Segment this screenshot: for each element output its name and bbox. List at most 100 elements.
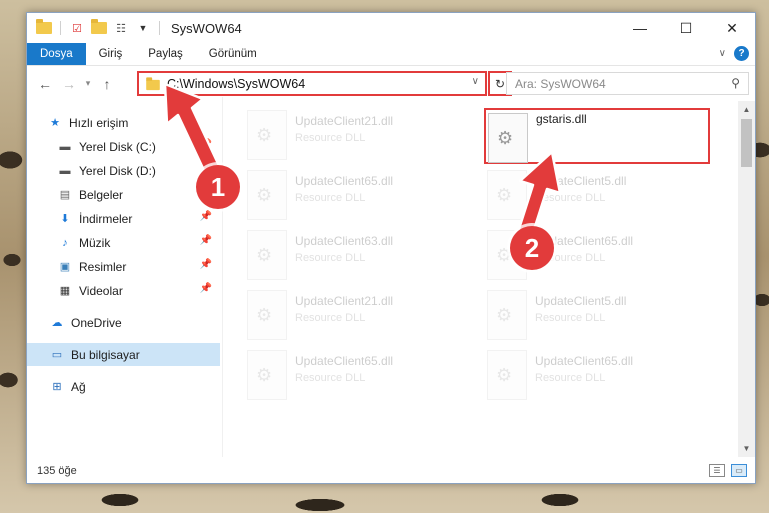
sidebar-item-videos[interactable]: ▦ Videolar 📌 xyxy=(27,279,220,302)
file-list: UpdateClient21.dll Resource DLL gstaris.d… xyxy=(227,101,735,456)
video-icon: ▦ xyxy=(59,285,71,297)
vertical-scrollbar[interactable]: ▲ ▼ xyxy=(738,101,755,457)
ribbon-right-controls: ∨ ? xyxy=(719,46,749,61)
cloud-icon: ☁ xyxy=(51,317,63,329)
up-arrow-icon[interactable]: ↑ xyxy=(95,72,119,96)
navigation-pane: ★ Hızlı erişim ▬ Yerel Disk (C:) 📌 ▬ Yer… xyxy=(27,105,222,455)
tab-paylas[interactable]: Paylaş xyxy=(135,43,196,65)
dll-file-icon xyxy=(488,113,528,163)
sidebar-item-downloads[interactable]: ⬇ İndirmeler 📌 xyxy=(27,207,220,230)
search-input[interactable]: Ara: SysWOW64 ⚲ xyxy=(506,72,749,95)
file-item-gstaris[interactable]: gstaris.dll xyxy=(484,108,710,164)
chevron-down-icon[interactable]: ∨ xyxy=(472,76,479,87)
customize-icon[interactable]: ☷ xyxy=(112,19,130,37)
sidebar-item-label: Bu bilgisayar xyxy=(71,347,140,362)
sidebar-item-label: Ağ xyxy=(71,379,86,394)
scroll-up-icon[interactable]: ▲ xyxy=(738,101,755,118)
sidebar-item-local-disk-c[interactable]: ▬ Yerel Disk (C:) 📌 xyxy=(27,135,220,158)
file-type: Resource DLL xyxy=(295,192,366,204)
file-item[interactable]: UpdateClient65.dllResource DLL xyxy=(227,347,453,403)
minimize-button[interactable]: — xyxy=(617,13,663,43)
dll-file-icon xyxy=(247,290,287,340)
dll-file-icon xyxy=(247,350,287,400)
details-view-icon[interactable]: ☰ xyxy=(709,464,725,477)
file-name: UpdateClient21.dll xyxy=(295,114,394,128)
tab-dosya[interactable]: Dosya xyxy=(27,43,86,65)
back-arrow-icon[interactable]: ← xyxy=(33,72,57,96)
file-item[interactable]: UpdateClient65.dllResource DLL xyxy=(467,347,693,403)
step-1-badge: 1 xyxy=(196,165,240,209)
file-name: UpdateClient5.dll xyxy=(535,174,627,188)
forward-arrow-icon[interactable]: → xyxy=(57,72,81,96)
toolbar-divider xyxy=(159,21,160,35)
dll-file-icon xyxy=(487,350,527,400)
file-name: UpdateClient65.dll xyxy=(295,354,394,368)
title-bar: ☑ ☷ ▼ SysWOW64 — ☐ ✕ xyxy=(27,13,755,43)
properties-icon[interactable]: ☑ xyxy=(68,19,86,37)
star-icon: ★ xyxy=(50,117,60,129)
toolbar-divider xyxy=(60,21,61,35)
dll-file-icon xyxy=(487,290,527,340)
file-item[interactable]: UpdateClient5.dll Resource DLL xyxy=(467,287,693,343)
file-type: Resource DLL xyxy=(535,192,606,204)
help-icon[interactable]: ? xyxy=(734,46,749,61)
scroll-down-icon[interactable]: ▼ xyxy=(738,440,755,457)
maximize-button[interactable]: ☐ xyxy=(663,13,709,43)
tiles-view-icon[interactable]: ▭ xyxy=(731,464,747,477)
navigation-bar: ← → ▾ ↑ C:\Windows\SysWOW64 ∨ ↻ Ara: Sys… xyxy=(27,70,755,97)
sidebar-item-label: İndirmeler xyxy=(79,211,133,226)
file-name: UpdateClient63.dll xyxy=(295,234,394,248)
window-title: SysWOW64 xyxy=(171,20,242,36)
sidebar-item-quick-access[interactable]: ★ Hızlı erişim xyxy=(27,111,220,134)
music-icon: ♪ xyxy=(62,236,68,249)
dll-file-icon xyxy=(247,110,287,160)
item-count: 135 öğe xyxy=(37,465,77,477)
pin-icon[interactable]: 📌 xyxy=(200,283,212,294)
sidebar-item-documents[interactable]: ▤ Belgeler 📌 xyxy=(27,183,220,206)
sidebar-item-label: Hızlı erişim xyxy=(69,115,129,130)
file-item[interactable]: UpdateClient65.dll Resource DLL xyxy=(227,167,453,223)
file-item[interactable]: UpdateClient21.dll Resource DLL xyxy=(227,287,453,343)
sidebar-item-pictures[interactable]: ▣ Resimler 📌 xyxy=(27,255,220,278)
sidebar-item-local-disk-d[interactable]: ▬ Yerel Disk (D:) xyxy=(27,159,220,182)
drive-icon: ▬ xyxy=(59,164,71,177)
file-item[interactable]: UpdateClient63.dll Resource DLL xyxy=(227,227,453,283)
folder-icon xyxy=(146,77,160,91)
file-type: Resource DLL xyxy=(295,312,366,324)
file-item[interactable]: UpdateClient65.dllResource DLL xyxy=(467,227,693,283)
file-name: gstaris.dll xyxy=(536,112,587,126)
recent-locations-icon[interactable]: ▾ xyxy=(81,72,95,96)
chevron-down-icon[interactable]: ▼ xyxy=(134,19,152,37)
new-folder-icon[interactable] xyxy=(90,19,108,37)
tab-giris[interactable]: Giriş xyxy=(86,43,136,65)
expand-ribbon-icon[interactable]: ∨ xyxy=(719,48,726,59)
address-bar[interactable]: C:\Windows\SysWOW64 ∨ xyxy=(137,71,487,96)
file-type: Resource DLL xyxy=(535,312,606,324)
file-name: UpdateClient21.dll xyxy=(295,294,394,308)
picture-icon: ▣ xyxy=(59,261,71,273)
sidebar-item-network[interactable]: ⊞ Ağ xyxy=(27,375,220,398)
pin-icon[interactable]: 📌 xyxy=(200,259,212,270)
dll-file-icon xyxy=(487,170,527,220)
file-name: UpdateClient65.dll xyxy=(295,174,394,188)
folder-icon xyxy=(35,19,53,37)
file-item[interactable]: UpdateClient5.dll Resource DLL xyxy=(467,167,693,223)
sidebar-item-onedrive[interactable]: ☁ OneDrive xyxy=(27,311,220,334)
scroll-thumb[interactable] xyxy=(741,119,752,167)
step-2-badge: 2 xyxy=(510,226,554,270)
pane-divider xyxy=(222,97,223,457)
sidebar-item-this-pc[interactable]: ▭ Bu bilgisayar xyxy=(27,343,220,366)
search-icon: ⚲ xyxy=(731,76,740,90)
pin-icon[interactable]: 📌 xyxy=(200,235,212,246)
file-type: Resource DLL xyxy=(295,252,366,264)
file-type: Resource DLL xyxy=(295,132,366,144)
sidebar-item-music[interactable]: ♪ Müzik 📌 xyxy=(27,231,220,254)
network-icon: ⊞ xyxy=(52,381,62,393)
pin-icon[interactable]: 📌 xyxy=(200,211,212,222)
status-bar: 135 öğe ☰ ▭ xyxy=(27,459,755,483)
pin-icon[interactable]: 📌 xyxy=(200,139,212,150)
tab-gorunum[interactable]: Görünüm xyxy=(196,43,270,65)
close-button[interactable]: ✕ xyxy=(709,13,755,43)
download-icon: ⬇ xyxy=(60,213,70,225)
file-item[interactable]: UpdateClient21.dll Resource DLL xyxy=(227,107,453,163)
